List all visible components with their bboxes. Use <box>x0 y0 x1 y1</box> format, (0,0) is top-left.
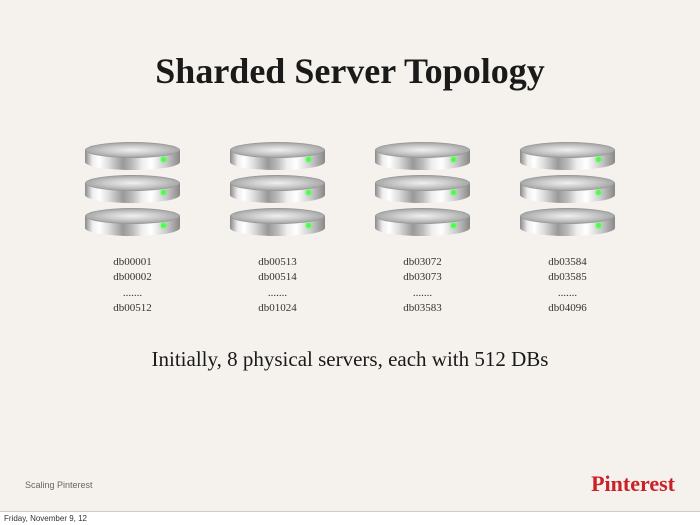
server-row: db00001 db00002 ....... db00512 db00513 … <box>60 142 640 317</box>
ellipsis: ....... <box>403 286 442 301</box>
db-label: db00002 <box>113 270 152 285</box>
ellipsis: ....... <box>258 286 297 301</box>
db-label: db00513 <box>258 255 297 270</box>
slide-title: Sharded Server Topology <box>40 50 660 92</box>
server-2: db00513 db00514 ....... db01024 <box>230 142 325 317</box>
db-label: db03585 <box>548 270 587 285</box>
db-label: db03584 <box>548 255 587 270</box>
ellipsis: ....... <box>548 286 587 301</box>
pinterest-logo: Pinterest <box>591 471 675 497</box>
db-range-label: db00001 db00002 ....... db00512 <box>113 255 152 317</box>
database-icon <box>375 142 470 237</box>
db-label: db04096 <box>548 301 587 316</box>
server-3: db03072 db03073 ....... db03583 <box>375 142 470 317</box>
database-icon <box>520 142 615 237</box>
slide: Sharded Server Topology db00001 db00002 … <box>0 0 700 525</box>
db-label: db03073 <box>403 270 442 285</box>
db-label: db00514 <box>258 270 297 285</box>
date-footer: Friday, November 9, 12 <box>0 511 700 525</box>
db-label: db03583 <box>403 301 442 316</box>
slide-subtitle: Initially, 8 physical servers, each with… <box>40 347 660 372</box>
database-icon <box>230 142 325 237</box>
db-label: db00512 <box>113 301 152 316</box>
db-label: db00001 <box>113 255 152 270</box>
footer-presentation-name: Scaling Pinterest <box>25 480 93 490</box>
database-icon <box>85 142 180 237</box>
db-range-label: db03072 db03073 ....... db03583 <box>403 255 442 317</box>
server-1: db00001 db00002 ....... db00512 <box>85 142 180 317</box>
server-4: db03584 db03585 ....... db04096 <box>520 142 615 317</box>
db-range-label: db00513 db00514 ....... db01024 <box>258 255 297 317</box>
db-label: db03072 <box>403 255 442 270</box>
db-label: db01024 <box>258 301 297 316</box>
db-range-label: db03584 db03585 ....... db04096 <box>548 255 587 317</box>
ellipsis: ....... <box>113 286 152 301</box>
